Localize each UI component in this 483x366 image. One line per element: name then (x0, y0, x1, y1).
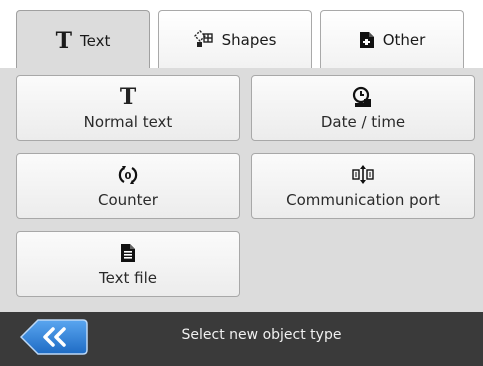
tab-bar: T Text Shapes Other (0, 0, 483, 70)
tab-label: Other (382, 30, 426, 49)
communication-port-icon (352, 163, 374, 187)
date-time-button[interactable]: Date / time (251, 75, 475, 141)
button-label: Counter (98, 191, 158, 209)
object-type-screen: T Text Shapes Other T Normal text Date /… (0, 0, 483, 366)
counter-icon: 0 (117, 163, 139, 187)
counter-button[interactable]: 0 Counter (16, 153, 240, 219)
back-button[interactable] (19, 319, 88, 355)
text-icon: T (55, 27, 73, 54)
button-label: Date / time (320, 113, 406, 131)
text-file-button[interactable]: Text file (16, 231, 240, 297)
tab-text[interactable]: T Text (16, 10, 150, 70)
shapes-icon (193, 29, 214, 50)
svg-text:0: 0 (125, 171, 132, 182)
text-file-icon (120, 241, 136, 265)
normal-text-button[interactable]: T Normal text (16, 75, 240, 141)
communication-port-button[interactable]: Communication port (251, 153, 475, 219)
object-panel: T Normal text Date / time 0 Counter Comm… (0, 68, 483, 312)
tab-shapes[interactable]: Shapes (158, 10, 312, 68)
button-label: Normal text (83, 113, 173, 131)
tab-other[interactable]: Other (320, 10, 464, 68)
button-label: Text file (99, 269, 157, 287)
tab-label: Shapes (221, 30, 277, 49)
button-label: Communication port (286, 191, 440, 209)
tab-label: Text (80, 31, 111, 50)
clock-icon (352, 85, 374, 109)
document-icon (359, 31, 375, 49)
text-icon: T (119, 84, 137, 110)
footer-bar: Select new object type (0, 312, 483, 366)
status-message: Select new object type (181, 327, 342, 343)
